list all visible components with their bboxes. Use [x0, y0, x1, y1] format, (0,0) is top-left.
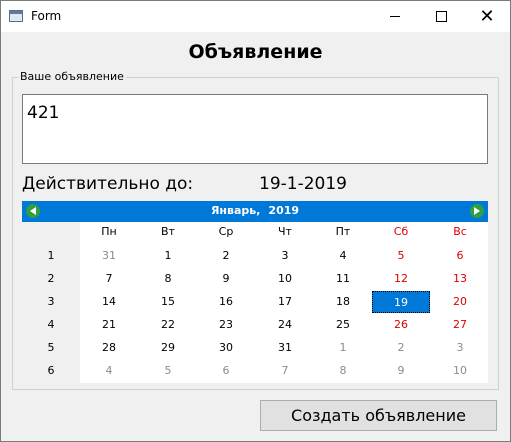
- calendar-day[interactable]: 14: [80, 291, 138, 313]
- next-month-button[interactable]: [470, 204, 484, 218]
- calendar-day[interactable]: 9: [197, 268, 255, 290]
- weekday-header: Вт: [161, 225, 175, 238]
- calendar-day[interactable]: 8: [139, 268, 197, 290]
- maximize-icon: [435, 11, 447, 22]
- week-number: 4: [47, 318, 55, 331]
- ad-text-input[interactable]: 421: [22, 94, 488, 164]
- calendar-widget[interactable]: Январь, 2019 Пн Вт Ср Чт Пт Сб Вс 1 2 3 4 5 6 31 1 2 3 4 5 6…: [22, 201, 488, 383]
- calendar-day[interactable]: 3: [431, 337, 489, 359]
- calendar-day[interactable]: 28: [80, 337, 138, 359]
- create-ad-button[interactable]: Создать объявление: [260, 400, 497, 431]
- calendar-day[interactable]: 13: [431, 268, 489, 290]
- calendar-day[interactable]: 7: [256, 360, 314, 382]
- calendar-day[interactable]: 1: [314, 337, 372, 359]
- minimize-icon: [390, 16, 400, 17]
- calendar-day[interactable]: 10: [431, 360, 489, 382]
- valid-until-date: 19-1-2019: [259, 174, 347, 194]
- calendar-day[interactable]: 7: [80, 268, 138, 290]
- calendar-day[interactable]: 24: [256, 314, 314, 336]
- window-title: Form: [31, 9, 62, 23]
- calendar-day[interactable]: 15: [139, 291, 197, 313]
- weekday-header: Сб: [393, 225, 409, 238]
- app-icon: [9, 10, 23, 22]
- calendar-day[interactable]: 2: [197, 245, 255, 267]
- weekday-header: Вс: [453, 225, 467, 238]
- calendar-day[interactable]: 22: [139, 314, 197, 336]
- month-year-label[interactable]: Январь, 2019: [22, 204, 488, 217]
- calendar-header: Январь, 2019: [22, 201, 488, 222]
- week-number: 6: [47, 364, 55, 377]
- close-icon: ✕: [479, 5, 495, 27]
- calendar-day[interactable]: 27: [431, 314, 489, 336]
- calendar-day[interactable]: 4: [80, 360, 138, 382]
- calendar-day[interactable]: 18: [314, 291, 372, 313]
- calendar-day[interactable]: 31: [256, 337, 314, 359]
- weekday-header: Чт: [278, 225, 292, 238]
- calendar-day[interactable]: 1: [139, 245, 197, 267]
- maximize-button[interactable]: [418, 1, 464, 32]
- calendar-day[interactable]: 6: [197, 360, 255, 382]
- calendar-day[interactable]: 2: [372, 337, 430, 359]
- calendar-day[interactable]: 23: [197, 314, 255, 336]
- calendar-day[interactable]: 9: [372, 360, 430, 382]
- calendar-day[interactable]: 8: [314, 360, 372, 382]
- title-bar[interactable]: Form ✕: [1, 1, 510, 32]
- calendar-day[interactable]: 21: [80, 314, 138, 336]
- weekday-header: Ср: [218, 225, 234, 238]
- calendar-day[interactable]: 25: [314, 314, 372, 336]
- calendar-day-selected[interactable]: 19: [372, 291, 430, 313]
- calendar-day[interactable]: 16: [197, 291, 255, 313]
- calendar-day[interactable]: 10: [256, 268, 314, 290]
- calendar-day[interactable]: 26: [372, 314, 430, 336]
- page-heading: Объявление: [188, 41, 323, 63]
- calendar-day[interactable]: 12: [372, 268, 430, 290]
- year-label[interactable]: 2019: [268, 204, 299, 217]
- month-label[interactable]: Январь,: [211, 204, 260, 217]
- calendar-day[interactable]: 30: [197, 337, 255, 359]
- weekday-header: Пт: [335, 225, 351, 238]
- week-number: 1: [47, 249, 55, 262]
- week-number: 5: [47, 341, 55, 354]
- week-number: 2: [47, 272, 55, 285]
- close-button[interactable]: ✕: [464, 1, 510, 32]
- calendar-day[interactable]: 29: [139, 337, 197, 359]
- groupbox-title: Ваше объявление: [18, 70, 126, 83]
- calendar-day[interactable]: 4: [314, 245, 372, 267]
- calendar-day[interactable]: 20: [431, 291, 489, 313]
- calendar-day[interactable]: 5: [139, 360, 197, 382]
- week-number: 3: [47, 295, 55, 308]
- minimize-button[interactable]: [372, 1, 418, 32]
- calendar-day[interactable]: 3: [256, 245, 314, 267]
- weekday-header: Пн: [101, 225, 117, 238]
- calendar-day[interactable]: 11: [314, 268, 372, 290]
- calendar-day[interactable]: 31: [80, 245, 138, 267]
- calendar-day[interactable]: 6: [431, 245, 489, 267]
- arrow-right-icon: [474, 207, 480, 215]
- valid-until-label: Действительно до:: [22, 174, 194, 194]
- calendar-day[interactable]: 17: [256, 291, 314, 313]
- calendar-day[interactable]: 5: [372, 245, 430, 267]
